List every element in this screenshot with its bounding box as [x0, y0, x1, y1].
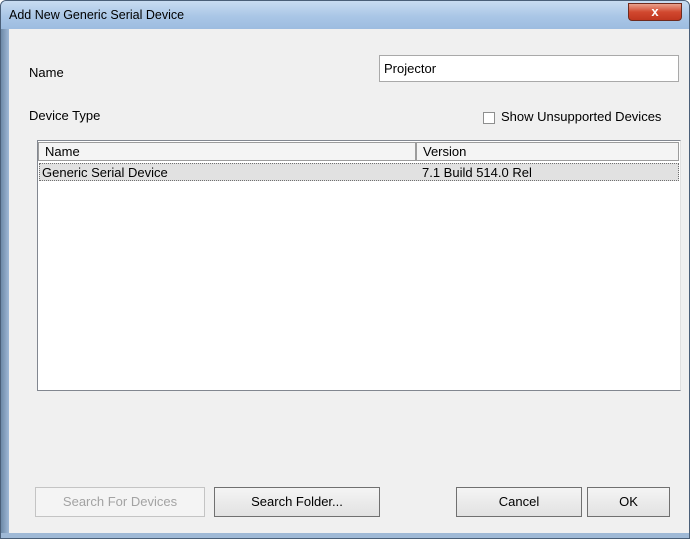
- search-folder-button[interactable]: Search Folder...: [214, 487, 380, 517]
- window-frame-left: [1, 29, 9, 533]
- window-frame-bottom: [1, 533, 689, 538]
- row-version-cell: 7.1 Build 514.0 Rel: [422, 165, 532, 180]
- dialog-window: Add New Generic Serial Device x Name Dev…: [0, 0, 690, 539]
- list-row-generic-serial-device[interactable]: Generic Serial Device 7.1 Build 514.0 Re…: [39, 163, 679, 181]
- name-label: Name: [29, 65, 64, 80]
- cancel-button[interactable]: Cancel: [456, 487, 582, 517]
- row-name-cell: Generic Serial Device: [42, 165, 168, 180]
- device-type-list[interactable]: Name Version Generic Serial Device 7.1 B…: [37, 140, 681, 391]
- title-bar[interactable]: Add New Generic Serial Device x: [1, 1, 689, 29]
- ok-button[interactable]: OK: [587, 487, 670, 517]
- show-unsupported-checkbox[interactable]: [483, 112, 495, 124]
- window-title: Add New Generic Serial Device: [9, 8, 185, 22]
- name-input[interactable]: [379, 55, 679, 82]
- device-type-label: Device Type: [29, 108, 101, 123]
- column-header-name[interactable]: Name: [38, 142, 416, 161]
- close-button[interactable]: x: [628, 3, 682, 21]
- close-icon: x: [651, 4, 659, 19]
- column-header-version[interactable]: Version: [416, 142, 679, 161]
- dialog-body: Name Device Type Show Unsupported Device…: [9, 29, 689, 533]
- search-for-devices-button[interactable]: Search For Devices: [35, 487, 205, 517]
- list-header: Name Version: [38, 142, 680, 161]
- show-unsupported-label[interactable]: Show Unsupported Devices: [501, 109, 661, 124]
